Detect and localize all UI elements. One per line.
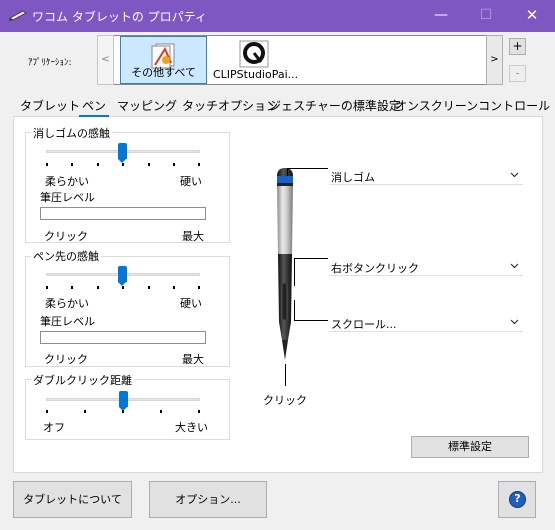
remove-application-button[interactable]: - — [509, 65, 526, 82]
pressure-level-label: 筆圧レベル — [40, 315, 95, 328]
minimize-button[interactable]: — — [418, 0, 464, 32]
slider-tick — [46, 410, 48, 413]
tip-leader-line — [285, 364, 286, 386]
max-label: 最大 — [182, 353, 204, 366]
slider-tick — [198, 410, 200, 413]
app-item-all-others[interactable]: その他すべて — [120, 36, 207, 84]
slider-tick — [198, 286, 200, 289]
slider-tick — [71, 163, 73, 166]
tab-tablet[interactable]: タブレット — [20, 96, 80, 117]
firm-label: 硬い — [180, 297, 202, 310]
about-tablet-button[interactable]: タブレットについて — [13, 481, 132, 518]
pen-tablet-icon — [9, 10, 27, 21]
eraser-feel-slider[interactable] — [118, 143, 127, 163]
eraser-feel-title: 消しゴムの感触 — [31, 125, 112, 141]
dropdown-value: 右ボタンクリック — [331, 262, 419, 275]
maximize-button[interactable]: ☐ — [463, 0, 509, 32]
slider-tick — [198, 163, 200, 166]
slider-tick — [122, 410, 124, 413]
dropdown-value: スクロール... — [331, 318, 397, 331]
slider-tick — [46, 163, 48, 166]
window-title: ワコム タブレットの プロパティ — [32, 10, 207, 24]
pressure-level-label: 筆圧レベル — [40, 191, 95, 204]
scroll-left-button[interactable]: < — [97, 35, 114, 85]
firm-label: 硬い — [180, 175, 202, 188]
eraser-leader-line — [287, 168, 328, 169]
chevron-down-icon — [510, 319, 519, 325]
chevron-down-icon — [510, 263, 519, 269]
upper-button-dropdown[interactable]: 右ボタンクリック — [329, 257, 523, 276]
lower-button-leader-line — [294, 320, 328, 321]
pen-illustration — [277, 168, 293, 360]
tab-mapping[interactable]: マッピング — [117, 96, 177, 117]
help-button[interactable]: ? — [498, 481, 536, 518]
double-click-title: ダブルクリック距離 — [31, 372, 134, 388]
dropdown-value: 消しゴム — [331, 171, 375, 184]
slider-tick — [122, 286, 124, 289]
soft-label: 柔らかい — [45, 297, 89, 310]
tab-gesture-defaults[interactable]: ジェスチャーの標準設定 — [269, 96, 401, 117]
lower-button-leader-line — [294, 300, 295, 320]
click-label: クリック — [44, 230, 88, 243]
slider-tick — [160, 410, 162, 413]
close-button[interactable]: ✕ — [509, 0, 555, 32]
chevron-down-icon — [510, 172, 519, 178]
clip-studio-icon — [239, 40, 269, 68]
slider-tick — [122, 163, 124, 166]
click-label: クリック — [44, 353, 88, 366]
tip-function-label: クリック — [263, 394, 307, 407]
tip-feel-slider[interactable] — [118, 266, 127, 286]
tip-feel-title: ペン先の感触 — [31, 248, 101, 264]
slider-tick — [148, 286, 150, 289]
slider-tick — [71, 286, 73, 289]
applications-label: ｱﾌﾟﾘｹｰｼｮﾝ: — [28, 58, 72, 68]
slider-tick — [173, 163, 175, 166]
defaults-button[interactable]: 標準設定 — [411, 436, 529, 458]
tab-onscreen-controls[interactable]: オンスクリーンコントロール — [395, 96, 550, 117]
app-item-label: その他すべて — [131, 66, 196, 79]
add-application-button[interactable]: + — [509, 38, 526, 55]
tab-pen[interactable]: ペン — [79, 96, 109, 117]
soft-label: 柔らかい — [45, 175, 89, 188]
off-label: オフ — [43, 421, 65, 434]
slider-tick — [46, 286, 48, 289]
app-item-clip-studio[interactable]: CLIPStudioPai... — [210, 36, 300, 84]
options-button[interactable]: オプション... — [149, 481, 267, 518]
tab-touch-options[interactable]: タッチオプション — [182, 96, 278, 117]
tip-pressure-bar — [40, 331, 206, 344]
slider-tick — [97, 163, 99, 166]
app-item-label: CLIPStudioPai... — [213, 68, 299, 81]
slider-tick — [173, 286, 175, 289]
title-bar: ワコム タブレットの プロパティ — ☐ ✕ — [0, 0, 555, 32]
scroll-right-button[interactable]: > — [486, 35, 503, 85]
eraser-leader-line — [287, 168, 288, 176]
lower-button-dropdown[interactable]: スクロール... — [329, 313, 523, 332]
eraser-function-dropdown[interactable]: 消しゴム — [329, 166, 523, 185]
max-label: 最大 — [182, 230, 204, 243]
slider-tick — [84, 410, 86, 413]
eraser-pressure-bar — [40, 207, 206, 220]
slider-tick — [148, 163, 150, 166]
upper-button-leader-line — [294, 258, 295, 286]
slider-tick — [97, 286, 99, 289]
upper-button-leader-line — [294, 258, 328, 259]
large-label: 大きい — [175, 421, 208, 434]
help-glyph: ? — [514, 492, 521, 505]
double-click-slider[interactable] — [119, 391, 128, 411]
